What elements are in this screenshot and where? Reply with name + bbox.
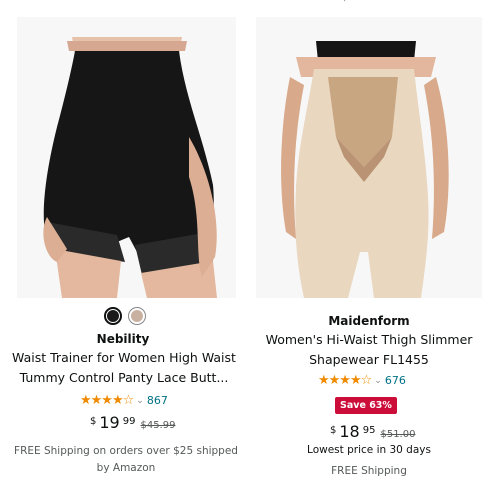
chevron-icon: › [343,0,347,5]
brand-name: Maidenform [328,314,410,328]
swatch-beige-dot [131,310,143,322]
list-price: $51.00 [380,429,416,440]
save-badge: Save 63% [335,397,397,414]
swatch-beige[interactable] [128,307,146,325]
beige-shapewear-image [256,17,482,298]
product-title-link[interactable]: Women's Hi-Waist Thigh Slimmer Shapewear… [246,330,492,370]
chevron-down-icon[interactable]: ⌄ [374,376,382,386]
product-image[interactable] [17,17,236,298]
swatch-black-dot [107,310,119,322]
black-shapewear-image [17,17,236,298]
rating-count-link[interactable]: 676 [385,374,406,387]
shipping-info: FREE Shipping on orders over $25 shipped… [14,445,238,474]
color-swatches [104,307,146,325]
price-whole: 18 [339,422,360,441]
rating[interactable]: ★★★★☆ ⌄ 867 [80,393,168,408]
lowest-price-note: Lowest price in 30 days [307,444,431,456]
product-title-link[interactable]: Waist Trainer for Women High Waist Tummy… [4,348,244,388]
price-currency: $ [330,425,337,436]
rating[interactable]: ★★★★☆ ⌄ 676 [318,373,406,388]
price-fraction: 95 [362,425,376,436]
brand-name: Nebility [96,332,150,346]
price-fraction: 99 [122,416,136,427]
star-rating-icon: ★★★★☆ [80,393,134,408]
shipping-info: FREE Shipping [331,465,407,477]
rating-count-link[interactable]: 867 [147,394,168,407]
price: $ 19 99 $45.99 [90,414,175,432]
list-price: $45.99 [140,420,176,431]
price-currency: $ [90,416,97,427]
product-image[interactable] [256,17,482,298]
star-rating-icon: ★★★★☆ [318,373,372,388]
price-maidenform: $ 18 95 $51.00 [330,423,415,441]
price-whole: 19 [99,413,120,432]
product-card-maidenform[interactable]: › Maidenform Women's Hi-Waist Thigh Slim… [246,0,492,493]
chevron-down-icon[interactable]: ⌄ [136,396,144,406]
swatch-black[interactable] [104,307,122,325]
product-card-nebility[interactable]: Nebility Waist Trainer for Women High Wa… [0,0,246,493]
